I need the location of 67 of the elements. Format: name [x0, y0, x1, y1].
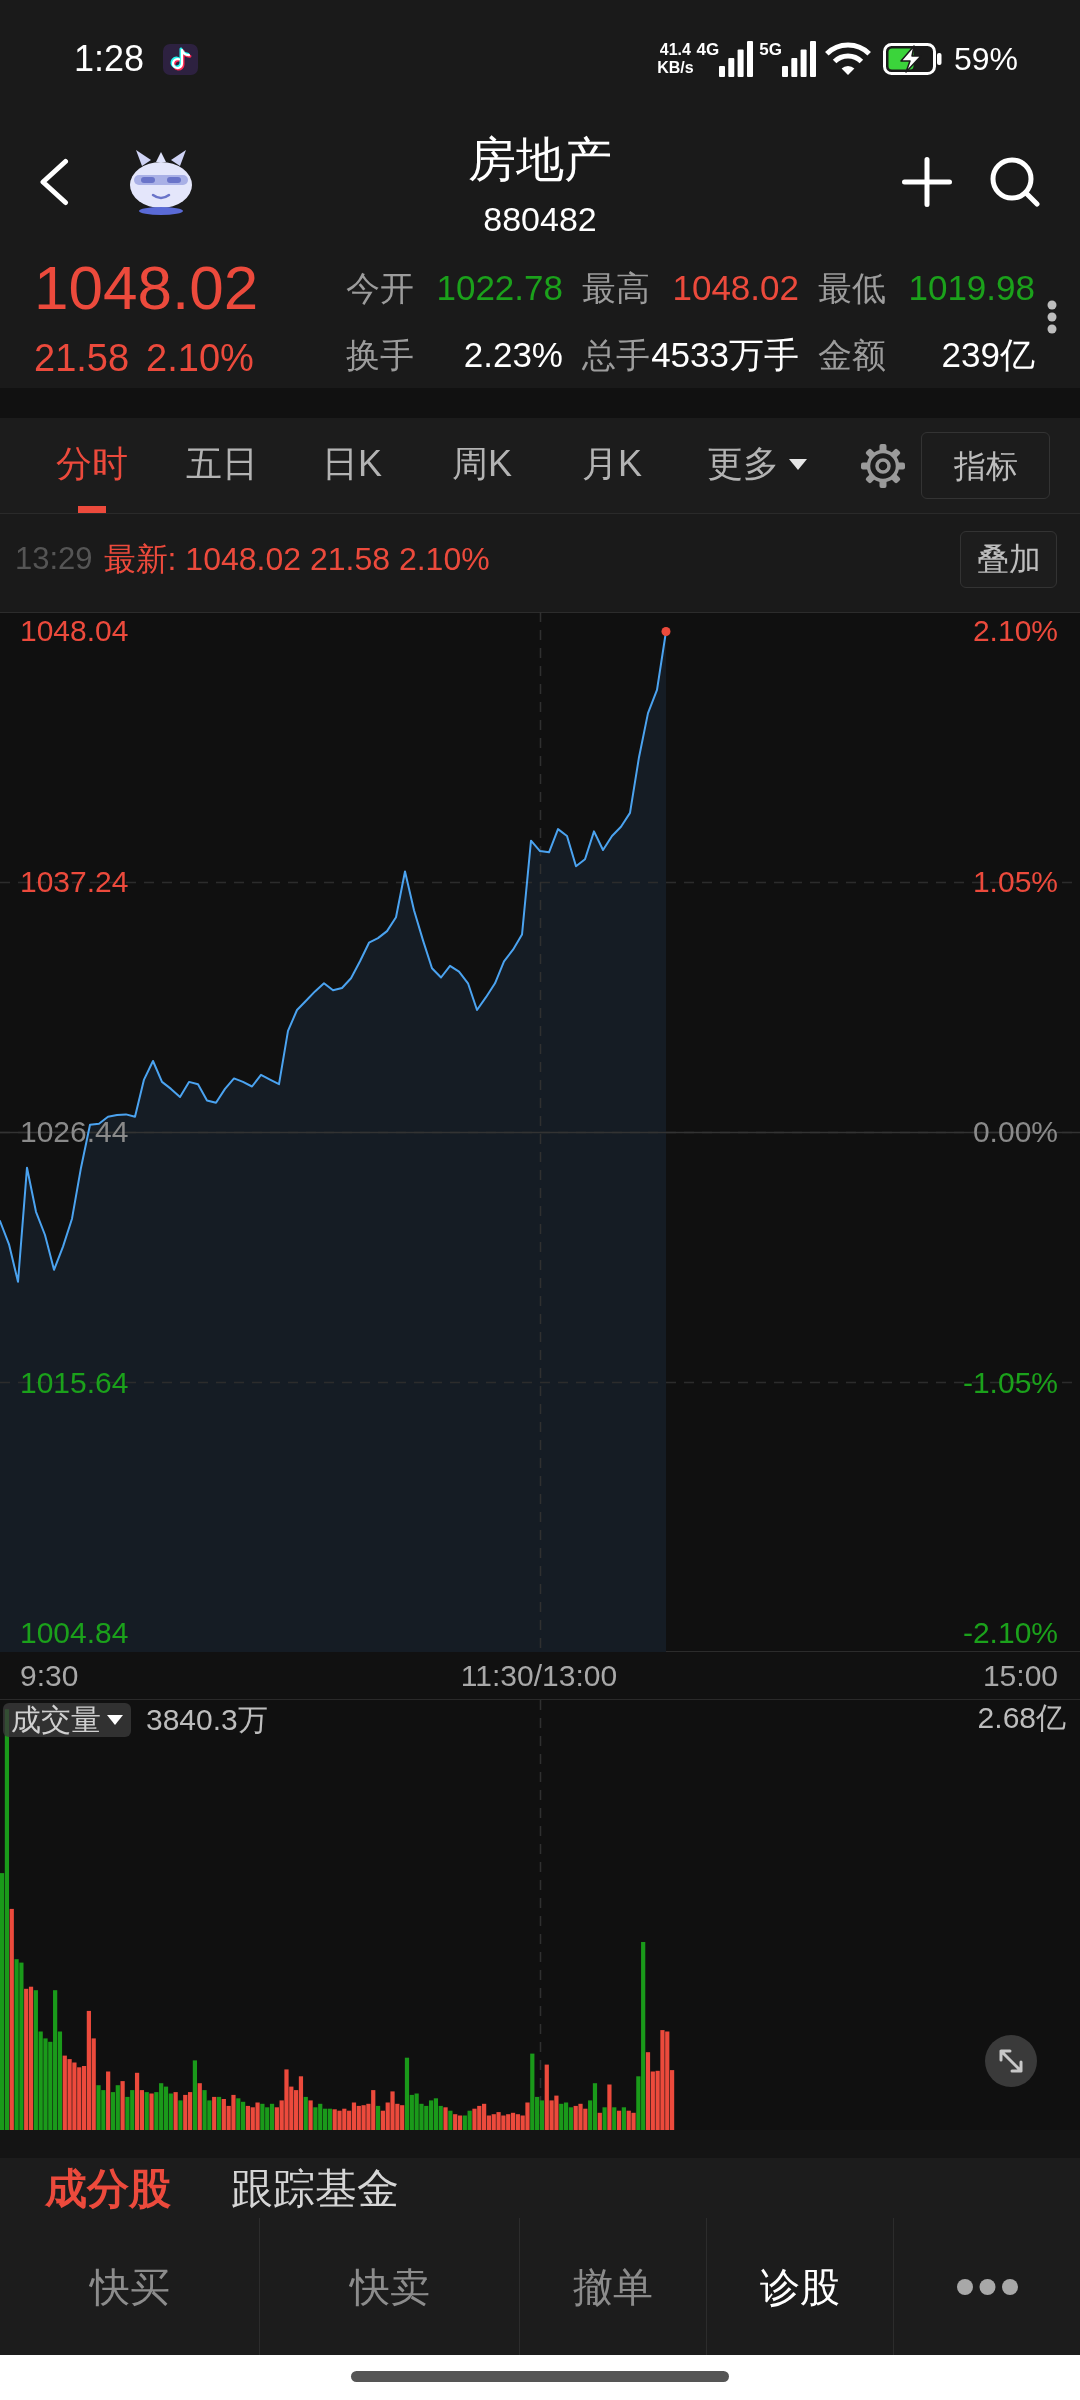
stat-label: 总手 — [582, 335, 650, 376]
add-icon[interactable] — [902, 157, 952, 207]
stat-label: 最高 — [582, 268, 650, 309]
search-icon[interactable] — [990, 157, 1040, 207]
percent-axis-label: -2.10% — [962, 1615, 1058, 1651]
percent-axis-label: -1.05% — [962, 1364, 1058, 1401]
stock-code: 880482 — [483, 199, 597, 239]
stat-label: 换手 — [346, 335, 414, 376]
stat-value: 1019.98 — [908, 267, 1035, 309]
price-axis-label: 1037.24 — [20, 863, 129, 900]
stat-value: 1048.02 — [672, 267, 799, 309]
signal-icon — [781, 41, 816, 77]
price-axis-label: 1048.04 — [20, 613, 129, 649]
chart-tab[interactable]: 日K — [287, 418, 417, 513]
panel-tab[interactable]: 跟踪基金 — [231, 2167, 399, 2211]
percent-change: 2.10% — [146, 336, 254, 380]
overlay-button[interactable]: 叠加 — [960, 530, 1057, 588]
stat-label: 最低 — [818, 268, 886, 309]
percent-axis-label: 2.10% — [972, 613, 1058, 649]
wifi-icon — [824, 41, 871, 77]
network-type: 4G — [696, 41, 720, 58]
price-axis-label: 1015.64 — [20, 1364, 129, 1401]
stat-label: 今开 — [346, 268, 414, 309]
volume-selector[interactable]: 成交量 — [3, 1703, 131, 1737]
time-axis-label: 11:30/13:00 — [460, 1658, 618, 1694]
speed-unit: KB/s — [657, 59, 694, 77]
music-note-icon[interactable] — [163, 43, 199, 75]
percent-axis-label: 0.00% — [972, 1114, 1058, 1150]
chart-tab[interactable]: 五日 — [157, 418, 287, 513]
chart-tab[interactable]: 周K — [417, 418, 547, 513]
stat-value: 4533万手 — [651, 334, 799, 376]
latest-price-text: 最新: 1048.02 21.58 2.10% — [103, 540, 490, 579]
caret-icon — [789, 458, 807, 470]
chart-tab[interactable]: 分时 — [27, 418, 157, 513]
panel-tab[interactable]: 成分股 — [45, 2167, 171, 2211]
end-dot-icon — [661, 627, 671, 636]
percent-axis-label: 1.05% — [972, 863, 1058, 900]
stat-value: 2.23% — [463, 334, 563, 376]
signal-icon — [719, 41, 754, 77]
settings-icon[interactable] — [860, 442, 906, 489]
price-change: 21.58 — [34, 336, 130, 380]
network-speed: 41.4 — [659, 41, 691, 59]
indicator-button[interactable]: 指标 — [921, 432, 1050, 499]
battery-icon — [882, 43, 942, 75]
time-axis-label: 9:30 — [20, 1658, 79, 1694]
price-axis-label: 1004.84 — [20, 1615, 129, 1651]
more-options-icon[interactable] — [1047, 300, 1057, 334]
more-icon[interactable] — [956, 2278, 1018, 2295]
last-price: 1048.02 — [34, 256, 259, 320]
cow-mascot-icon[interactable] — [127, 149, 195, 215]
back-icon[interactable] — [38, 158, 69, 206]
time-axis-label: 15:00 — [982, 1658, 1058, 1694]
chart-tab[interactable]: 更多 — [677, 418, 837, 513]
volume-max-label: 2.68亿 — [977, 1701, 1066, 1735]
stat-value: 1022.78 — [436, 267, 563, 309]
volume-reading: 3840.3万 — [146, 1703, 268, 1737]
stat-value: 239亿 — [941, 334, 1035, 376]
expand-icon[interactable] — [985, 2035, 1037, 2087]
caret-icon — [107, 1715, 123, 1725]
battery-percent: 59% — [953, 41, 1018, 77]
chart-tab[interactable]: 月K — [547, 418, 677, 513]
latest-time: 13:29 — [15, 539, 93, 578]
stat-label: 金额 — [818, 335, 886, 376]
status-time: 1:28 — [74, 39, 145, 79]
page-title: 房地产 — [468, 135, 612, 185]
network-type: 5G — [759, 41, 782, 58]
toolbar-button[interactable]: 快买 — [0, 2218, 259, 2355]
